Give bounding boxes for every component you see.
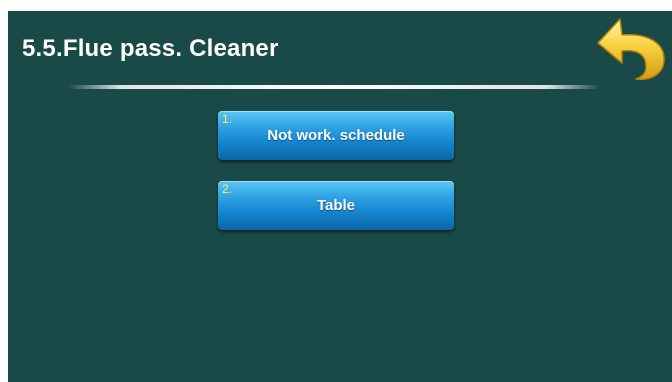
back-button[interactable] <box>586 11 672 85</box>
not-work-schedule-button[interactable]: 1. Not work. schedule <box>218 111 454 160</box>
table-button[interactable]: 2. Table <box>218 181 454 230</box>
title-divider <box>68 85 600 89</box>
button-label: Table <box>316 197 356 214</box>
page-title: 5.5.Flue pass. Cleaner <box>22 35 279 62</box>
button-label: Not work. schedule <box>267 127 405 144</box>
screen: 5.5.Flue pass. Cleaner 1. Not work. sche… <box>8 11 672 382</box>
back-arrow-icon <box>597 18 665 81</box>
